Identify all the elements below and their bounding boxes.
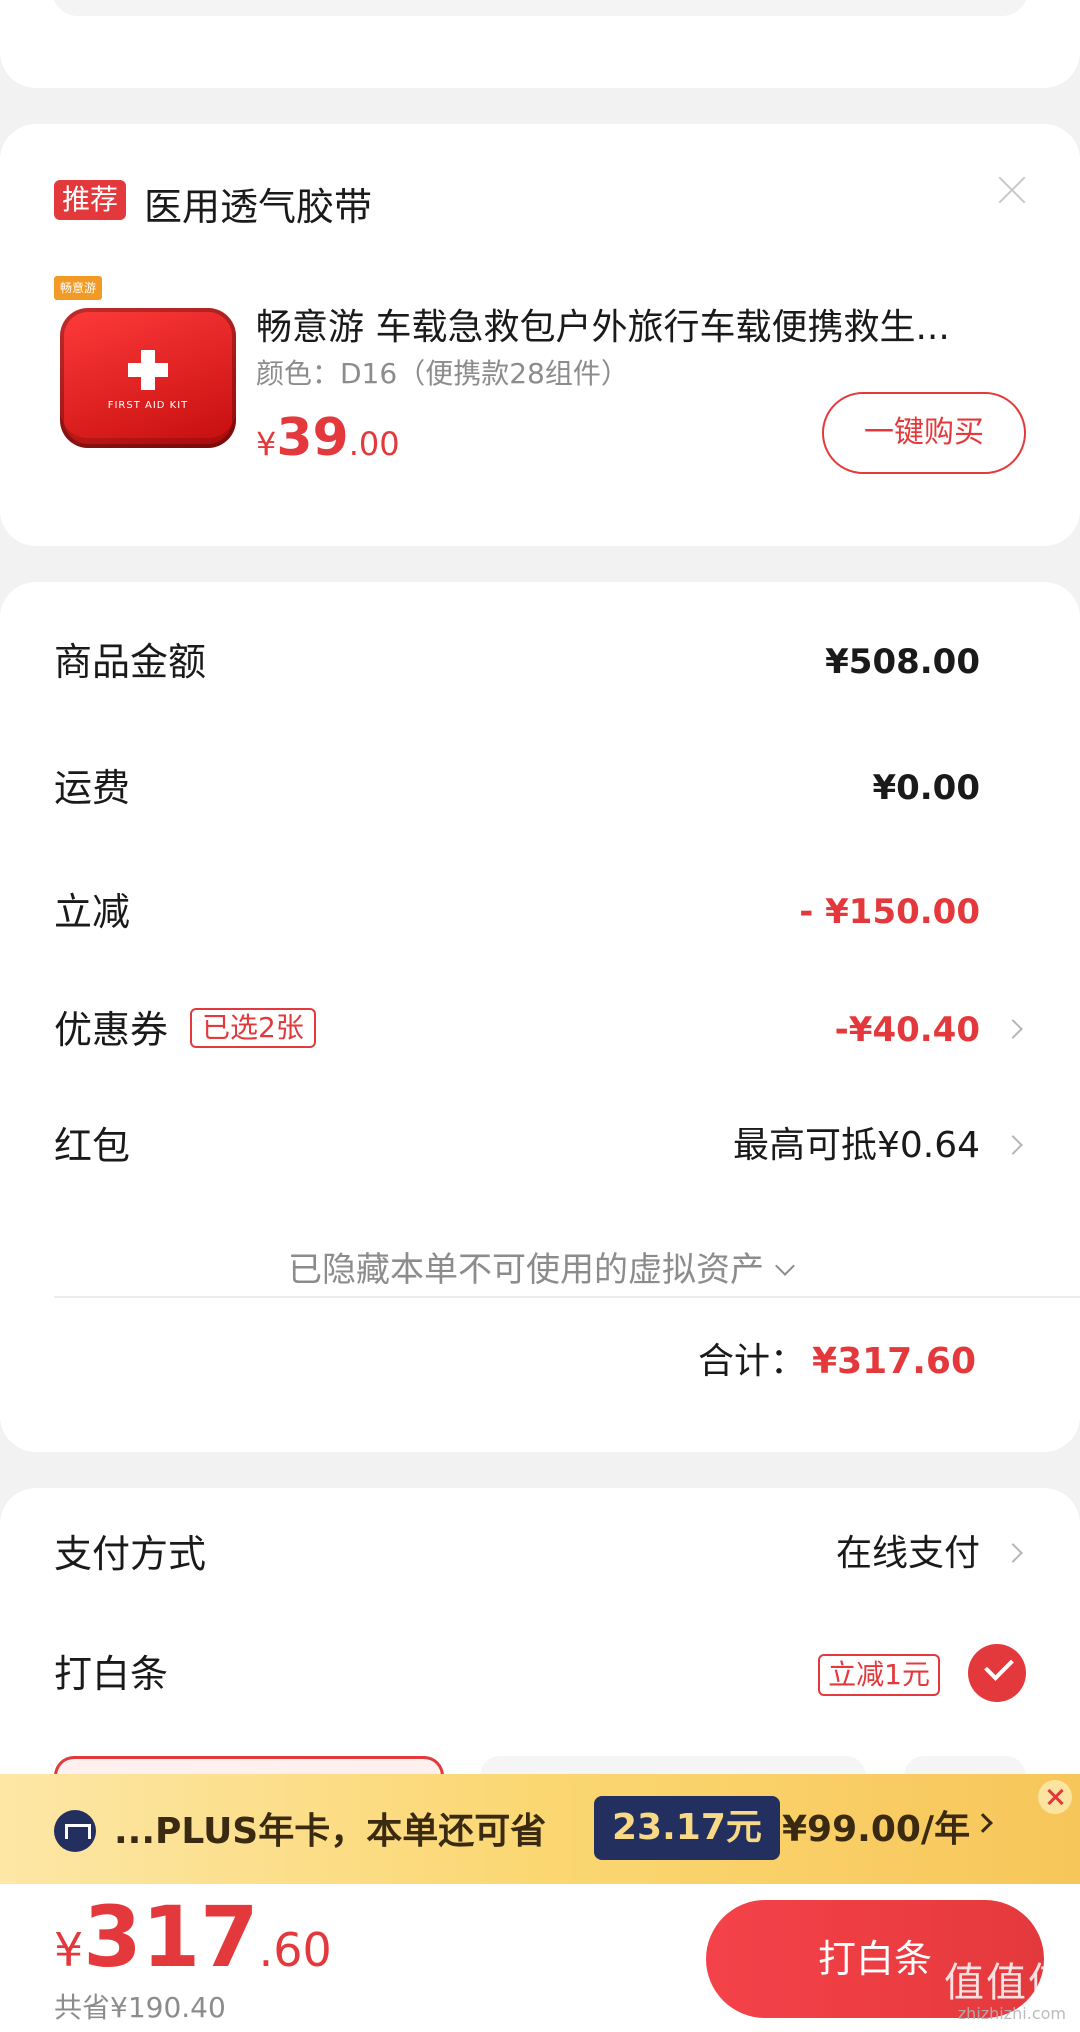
final-price: ¥317.60 <box>54 1888 332 1986</box>
plus-save-amount: 23.17元 <box>594 1796 780 1860</box>
plus-promo-text: ...PLUS年卡，本单还可省 <box>114 1811 547 1852</box>
discount-label: 立减 <box>54 890 131 934</box>
previous-card-inner <box>52 0 1028 16</box>
chevron-right-icon <box>1006 1538 1022 1568</box>
hidden-assets-label: 已隐藏本单不可使用的虚拟资产 <box>288 1250 764 1290</box>
order-total: 合计： ¥317.60 <box>698 1332 976 1384</box>
coupon-value: -¥40.40 <box>834 1010 980 1050</box>
chevron-right-icon <box>1006 1130 1022 1160</box>
previous-card <box>0 0 1080 88</box>
shipping-label: 运费 <box>54 766 131 810</box>
watermark-url: zhizhizhi.com <box>957 2004 1066 2023</box>
goods-amount-label: 商品金额 <box>54 640 207 684</box>
order-summary-card: 商品金额 ¥508.00 运费 ¥0.00 立减 - ¥150.00 优惠券 已… <box>0 582 1080 1452</box>
baitiao-discount-tag: 立减1元 <box>818 1654 940 1696</box>
coupon-label: 优惠券 <box>54 1008 169 1052</box>
chevron-right-icon <box>1006 1014 1022 1044</box>
close-icon[interactable] <box>994 172 1030 208</box>
recommend-tag: 推荐 <box>54 180 127 220</box>
chevron-down-icon <box>775 1256 795 1276</box>
payment-method-label: 支付方式 <box>54 1532 207 1576</box>
discount-value: - ¥150.00 <box>799 892 980 932</box>
product-name[interactable]: 畅意游 车载急救包户外旅行车载便携救生... <box>256 298 996 350</box>
plus-price: ¥99.00/年 <box>782 1809 971 1850</box>
redpacket-row[interactable]: 红包 最高可抵¥0.64 <box>54 1116 1026 1176</box>
coupon-row[interactable]: 优惠券 已选2张 -¥40.40 <box>54 1000 1026 1060</box>
redpacket-label: 红包 <box>54 1124 131 1168</box>
total-saved: 共省¥190.40 <box>54 1991 226 2024</box>
chevron-right-icon <box>973 1813 993 1833</box>
shipping-row: 运费 ¥0.00 <box>54 758 1026 818</box>
shipping-value: ¥0.00 <box>872 768 980 808</box>
goods-amount-row: 商品金额 ¥508.00 <box>54 632 1026 692</box>
close-icon[interactable] <box>1038 1780 1072 1814</box>
kit-label: FIRST AID KIT <box>107 400 189 411</box>
baitiao-row[interactable]: 打白条 立减1元 <box>54 1644 1026 1704</box>
watermark: 值值值 <box>944 1960 1070 2006</box>
recommend-title: 医用透气胶带 <box>144 185 373 229</box>
baitiao-label: 打白条 <box>54 1652 169 1696</box>
hidden-assets-toggle[interactable]: 已隐藏本单不可使用的虚拟资产 <box>0 1242 1080 1291</box>
product-spec: 颜色：D16（便携款28组件） <box>256 357 629 390</box>
one-click-buy-button[interactable]: 一键购买 <box>822 392 1026 474</box>
product-image[interactable]: 畅意游 FIRST AID KIT <box>54 276 236 466</box>
redpacket-value: 最高可抵¥0.64 <box>732 1125 980 1166</box>
coupon-selected-badge: 已选2张 <box>190 1008 316 1048</box>
product-price: ¥39.00 <box>256 408 400 468</box>
first-aid-kit-image: FIRST AID KIT <box>60 308 236 448</box>
payment-method-row[interactable]: 支付方式 在线支付 <box>54 1524 1026 1584</box>
goods-amount-value: ¥508.00 <box>825 642 980 682</box>
discount-row: 立减 - ¥150.00 <box>54 882 1026 942</box>
divider <box>54 1296 1080 1298</box>
total-value: ¥317.60 <box>812 1341 976 1382</box>
plus-promo-bar[interactable]: ...PLUS年卡，本单还可省 23.17元 ¥99.00/年 <box>0 1774 1080 1884</box>
checkout-bar: ¥317.60 共省¥190.40 打白条 值值值 zhizhizhi.com <box>0 1884 1080 2032</box>
total-label: 合计： <box>698 1341 807 1382</box>
plus-crown-icon <box>54 1810 96 1852</box>
checkmark-icon[interactable] <box>968 1644 1026 1702</box>
payment-method-value: 在线支付 <box>835 1533 980 1574</box>
brand-logo: 畅意游 <box>54 276 102 300</box>
